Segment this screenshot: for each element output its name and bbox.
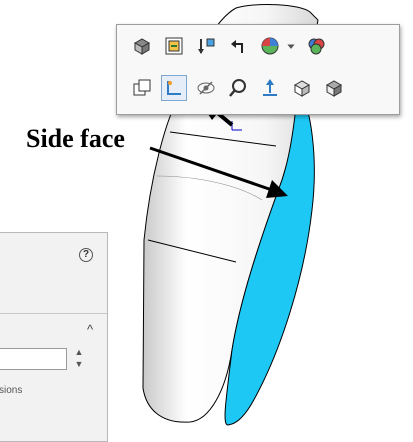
help-icon[interactable]: ? <box>79 248 93 262</box>
previous-view-icon[interactable] <box>225 33 251 59</box>
dropdown-arrow-icon[interactable] <box>283 33 299 59</box>
isometric-view-icon[interactable] <box>289 75 315 101</box>
panel-option-text: sions <box>0 385 23 396</box>
appearance-icon[interactable] <box>257 33 283 59</box>
property-manager-panel: ? ^ ▲ ▼ sions <box>0 232 108 442</box>
zoom-to-selection-icon[interactable] <box>225 75 251 101</box>
hide-show-icon[interactable] <box>193 75 219 101</box>
insert-axis-icon[interactable] <box>257 75 283 101</box>
panel-divider <box>0 313 107 314</box>
normal-to-icon[interactable] <box>129 75 155 101</box>
view-orientation-icon[interactable] <box>193 33 219 59</box>
apply-scene-icon[interactable] <box>303 33 329 59</box>
sketch-icon[interactable] <box>161 75 187 101</box>
shaded-display-icon[interactable] <box>321 75 347 101</box>
collapse-chevron-icon[interactable]: ^ <box>83 323 97 337</box>
spinner-icon[interactable]: ▲ ▼ <box>71 346 87 372</box>
context-toolbar <box>116 24 400 115</box>
zoom-to-fit-icon[interactable] <box>129 33 155 59</box>
value-input[interactable] <box>0 348 67 370</box>
side-face-callout-label: Side face <box>26 124 125 153</box>
section-view-icon[interactable] <box>161 33 187 59</box>
